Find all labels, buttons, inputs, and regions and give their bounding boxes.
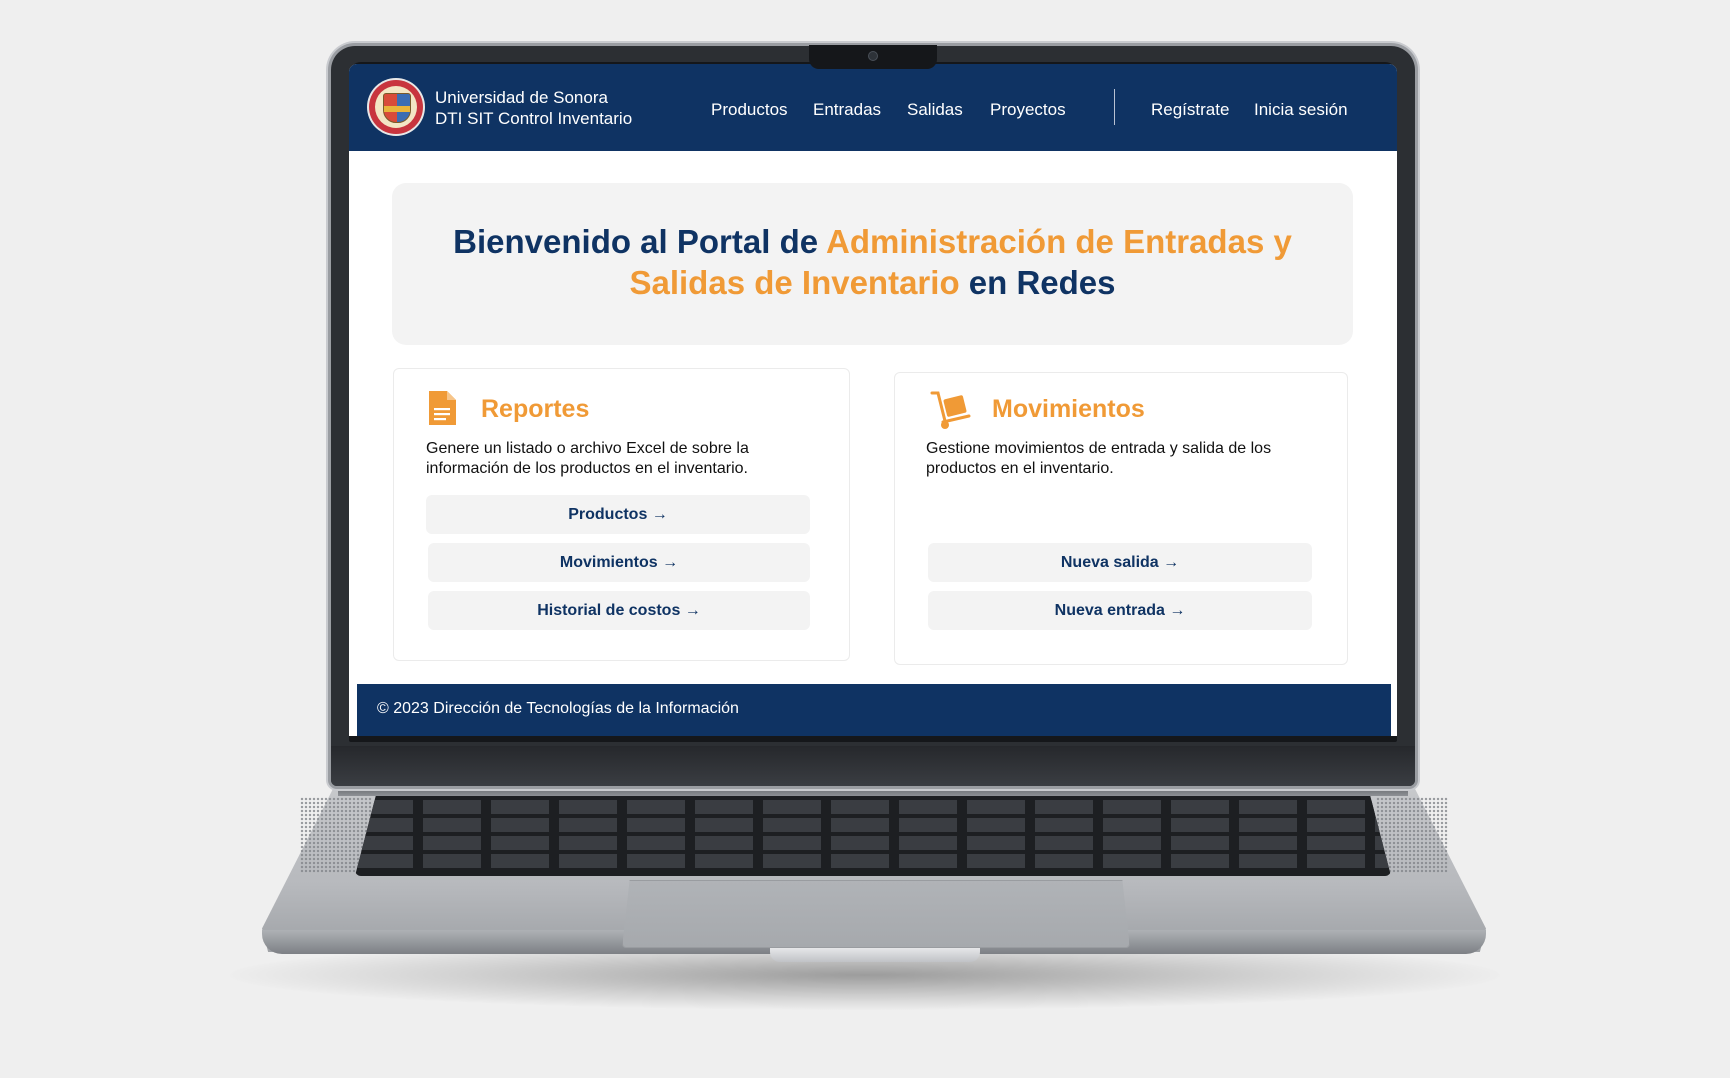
nav-register[interactable]: Regístrate xyxy=(1151,100,1229,120)
navbar: Universidad de Sonora DTI SIT Control In… xyxy=(349,64,1397,151)
movimientos-description: Gestione movimientos de entrada y salida… xyxy=(926,440,1272,477)
nav-productos[interactable]: Productos xyxy=(711,100,788,120)
report-productos-button[interactable]: Productos → xyxy=(426,495,810,534)
laptop-scene: Universidad de Sonora DTI SIT Control In… xyxy=(0,0,1730,1078)
screen: Universidad de Sonora DTI SIT Control In… xyxy=(349,64,1397,736)
nav-entradas[interactable]: Entradas xyxy=(813,100,881,120)
reportes-title: Reportes xyxy=(481,395,590,423)
hero-title: Bienvenido al Portal de Administración d… xyxy=(392,221,1353,303)
key-row xyxy=(355,800,1391,814)
nav-divider xyxy=(1114,89,1115,125)
movimientos-title: Movimientos xyxy=(992,395,1145,423)
hero-title-part1: Bienvenido al Portal de xyxy=(453,223,827,260)
shield-icon xyxy=(383,93,411,123)
report-historial-costos-button[interactable]: Historial de costos → xyxy=(428,591,810,630)
university-seal-logo[interactable] xyxy=(369,80,423,134)
report-movimientos-button[interactable]: Movimientos → xyxy=(428,543,810,582)
key-row xyxy=(355,836,1391,850)
movimientos-card: Movimientos Gestione movimientos de entr… xyxy=(894,372,1348,665)
trackpad xyxy=(622,880,1130,948)
hero-title-part2: en Redes xyxy=(959,264,1116,301)
key-row xyxy=(355,854,1391,868)
front-notch xyxy=(770,948,980,962)
lid-chin xyxy=(331,746,1415,786)
brand-name[interactable]: Universidad de Sonora xyxy=(435,88,608,108)
nav-salidas[interactable]: Salidas xyxy=(907,100,963,120)
camera-icon xyxy=(868,51,878,61)
dolly-icon xyxy=(930,391,971,429)
nueva-salida-button[interactable]: Nueva salida → xyxy=(928,543,1312,582)
nav-login[interactable]: Inicia sesión xyxy=(1254,100,1348,120)
key-row xyxy=(355,818,1391,832)
hero-banner: Bienvenido al Portal de Administración d… xyxy=(392,183,1353,345)
nav-proyectos[interactable]: Proyectos xyxy=(990,100,1066,120)
camera-notch xyxy=(809,45,937,69)
reportes-description: Genere un listado o archivo Excel de sob… xyxy=(426,440,749,477)
keyboard xyxy=(355,796,1391,876)
brand-subtitle[interactable]: DTI SIT Control Inventario xyxy=(435,109,632,129)
footer: © 2023 Dirección de Tecnologías de la In… xyxy=(357,684,1391,736)
reportes-card: Reportes Genere un listado o archivo Exc… xyxy=(393,368,850,661)
seal-inner xyxy=(375,86,417,128)
footer-copyright: © 2023 Dirección de Tecnologías de la In… xyxy=(377,700,739,717)
nueva-entrada-button[interactable]: Nueva entrada → xyxy=(928,591,1312,630)
document-icon xyxy=(429,391,456,425)
